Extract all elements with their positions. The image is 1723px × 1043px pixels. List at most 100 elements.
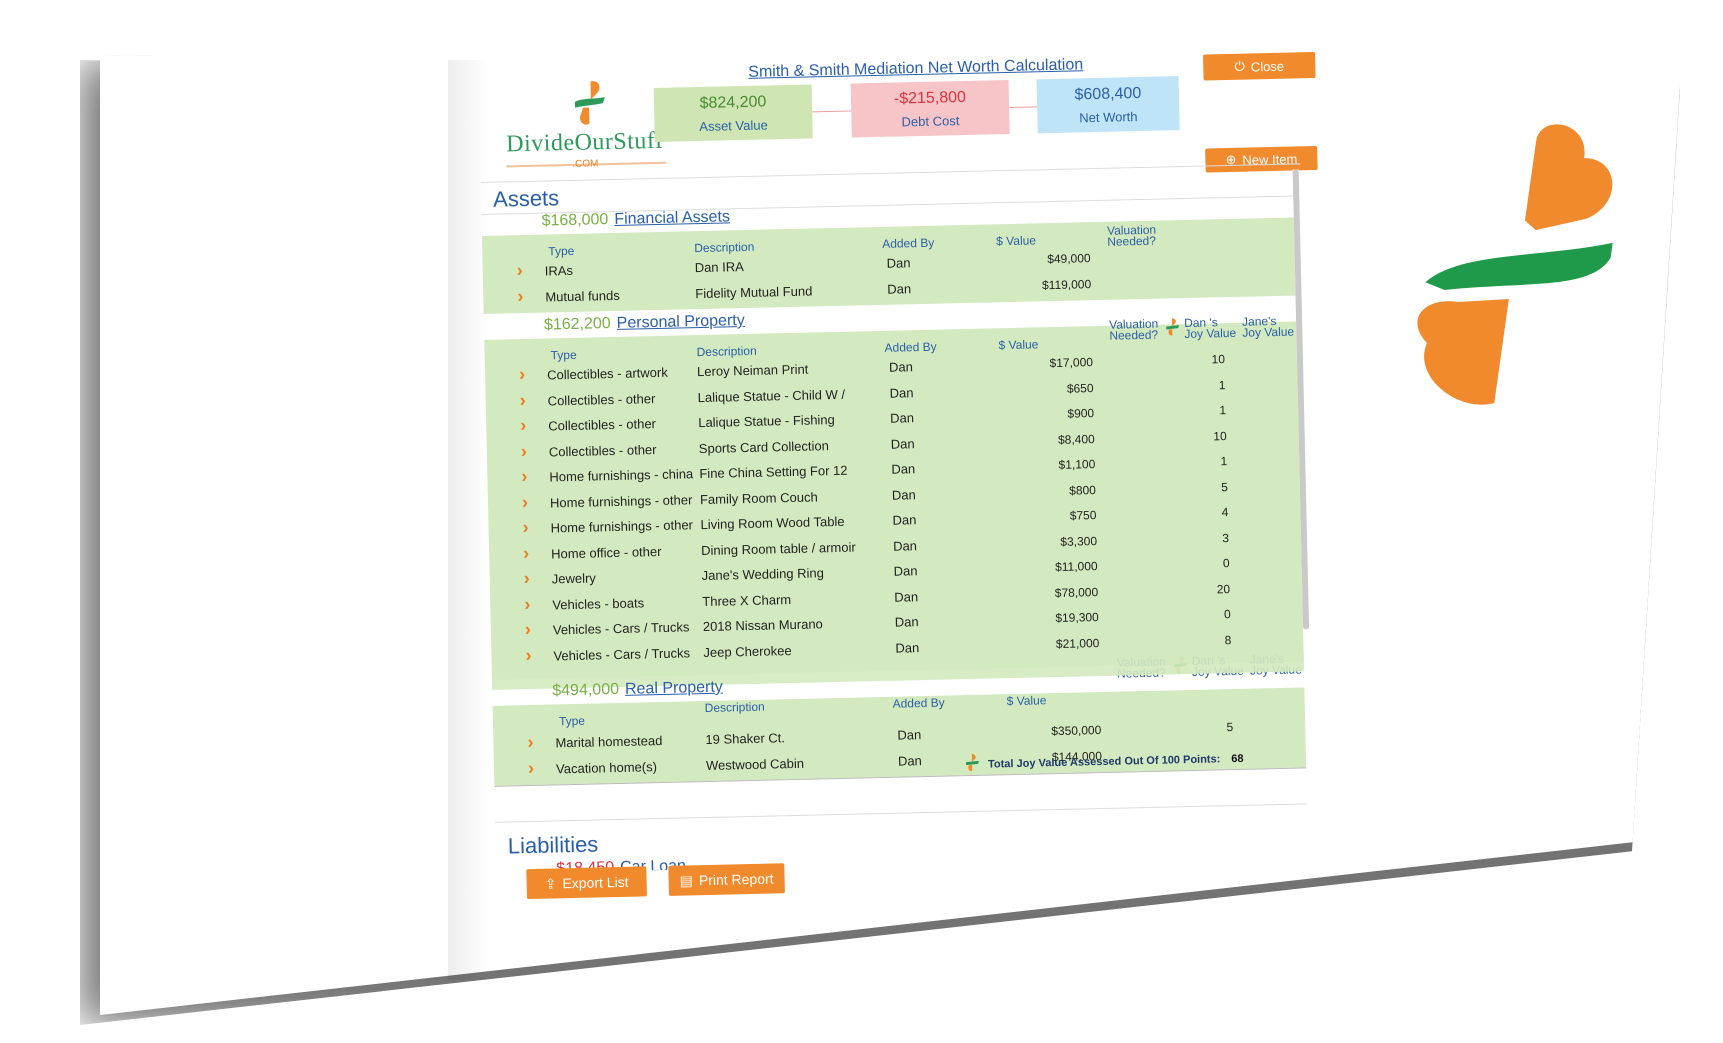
row-description: Living Room Wood Table	[700, 513, 845, 533]
row-dan-joy-value	[1194, 746, 1234, 747]
row-value: $350,000	[1051, 723, 1102, 739]
financial-assets-total: $168,000	[541, 211, 609, 230]
row-description: Lalique Statue - Child W /	[697, 386, 846, 405]
screenshot-stage: DivideOurStuff .COM Smith & Smith Mediat…	[0, 0, 1723, 1043]
liabilities-title: Liabilities	[507, 831, 599, 859]
col-type: Type	[548, 243, 575, 259]
col-description: Description	[696, 343, 757, 360]
assets-bottom-divider	[495, 803, 1308, 823]
row-description: Leroy Neiman Print	[696, 361, 809, 380]
row-value: $17,000	[1049, 355, 1094, 371]
expand-chevron-icon[interactable]: ›	[519, 364, 525, 385]
divideourstuff-logo-icon	[574, 81, 605, 125]
expand-chevron-icon[interactable]: ›	[521, 466, 527, 487]
row-type: Vehicles - boats	[552, 594, 645, 612]
row-type: Collectibles - artwork	[546, 364, 668, 383]
export-list-label: Export List	[562, 873, 629, 892]
expand-chevron-icon[interactable]: ›	[517, 260, 523, 281]
row-description: Jeep Cherokee	[703, 642, 792, 660]
col-added-by: Added By	[882, 235, 935, 251]
row-added-by: Dan	[893, 563, 918, 579]
row-type: Home office - other	[550, 543, 662, 561]
financial-assets-link[interactable]: Financial Assets	[614, 208, 730, 228]
row-value: $49,000	[1047, 251, 1091, 267]
row-type: Vehicles - Cars / Trucks	[553, 644, 691, 663]
col-value: $ Value	[996, 233, 1037, 249]
row-dan-joy-value: 4	[1221, 505, 1229, 520]
print-report-label: Print Report	[698, 870, 774, 889]
col-type: Type	[558, 713, 586, 729]
print-report-button[interactable]: ▤ Print Report	[668, 863, 785, 896]
row-dan-joy-value: 10	[1211, 352, 1226, 367]
financial-assets-header: $168,000 Financial Assets	[541, 208, 730, 230]
row-type: Vacation home(s)	[555, 758, 658, 776]
new-item-button[interactable]: ⊕ New Item	[1205, 145, 1318, 173]
row-dan-joy-value: 5	[1226, 720, 1234, 735]
close-button[interactable]: ⏻ Close	[1203, 52, 1316, 81]
personal-property-link[interactable]: Personal Property	[617, 312, 745, 332]
row-type: Jewelry	[551, 570, 596, 587]
row-added-by: Dan	[894, 614, 919, 630]
row-added-by: Dan	[897, 727, 922, 743]
row-dan-joy-value: 0	[1222, 556, 1230, 571]
asset-value-box: $824,200 Asset Value	[653, 84, 813, 143]
joy-logo-icon	[966, 753, 979, 772]
row-description: Jane's Wedding Ring	[701, 565, 825, 584]
expand-chevron-icon[interactable]: ›	[528, 757, 534, 778]
personal-property-header: $162,200 Personal Property	[544, 312, 745, 335]
row-type: Collectibles - other	[548, 416, 657, 434]
net-worth-box: $608,400 Net Worth	[1036, 76, 1180, 134]
row-value: $1,100	[1058, 457, 1096, 472]
row-dan-joy-value: 1	[1219, 403, 1227, 418]
row-description: 2018 Nissan Murano	[702, 616, 823, 635]
page-title[interactable]: Smith & Smith Mediation Net Worth Calcul…	[748, 56, 1083, 82]
expand-chevron-icon[interactable]: ›	[520, 415, 526, 436]
expand-chevron-icon[interactable]: ›	[517, 286, 523, 307]
row-dan-joy-value: 3	[1222, 530, 1230, 545]
logo-text: DivideOurStuff	[505, 127, 664, 158]
pdf-icon: ▤	[679, 871, 694, 889]
row-type: Mutual funds	[545, 287, 620, 305]
expand-chevron-icon[interactable]: ›	[521, 440, 527, 461]
row-description: Family Room Couch	[699, 488, 818, 507]
row-added-by: Dan	[891, 486, 916, 503]
row-dan-joy-value: 20	[1216, 581, 1231, 596]
expand-chevron-icon[interactable]: ›	[522, 491, 528, 512]
row-value: $900	[1067, 406, 1095, 421]
col-description: Description	[704, 699, 765, 716]
expand-chevron-icon[interactable]: ›	[523, 542, 529, 563]
row-type: Collectibles - other	[547, 390, 656, 409]
row-type: Home furnishings - china	[549, 466, 694, 485]
col-value: $ Value	[1006, 693, 1047, 709]
brand-logo: DivideOurStuff .COM	[498, 76, 670, 180]
expand-chevron-icon[interactable]: ›	[523, 568, 529, 589]
expand-chevron-icon[interactable]: ›	[525, 619, 531, 640]
expand-chevron-icon[interactable]: ›	[524, 593, 530, 614]
debt-cost-label: Debt Cost	[901, 113, 960, 130]
row-dan-joy-value: 8	[1224, 632, 1232, 647]
total-joy-value: 68	[1231, 752, 1244, 766]
expand-chevron-icon[interactable]: ›	[525, 644, 531, 665]
row-type: Collectibles - other	[548, 441, 657, 459]
joy-logo-icon	[1166, 318, 1180, 336]
row-added-by: Dan	[897, 752, 922, 769]
row-type: Home furnishings - other	[549, 491, 693, 510]
row-added-by: Dan	[890, 410, 915, 426]
close-button-label: Close	[1250, 58, 1285, 74]
expand-chevron-icon[interactable]: ›	[519, 390, 525, 411]
debt-cost: -$215,800	[893, 88, 967, 108]
row-description: Dan IRA	[694, 259, 745, 276]
expand-chevron-icon[interactable]: ›	[527, 732, 533, 753]
row-added-by: Dan	[892, 537, 918, 554]
export-list-button[interactable]: ⇪ Export List	[526, 866, 647, 900]
real-property-header: $494,000 Real Property	[552, 679, 723, 701]
row-added-by: Dan	[892, 512, 917, 528]
asset-value: $824,200	[699, 93, 767, 112]
expand-chevron-icon[interactable]: ›	[522, 517, 528, 538]
blank-panel	[100, 55, 480, 1015]
row-added-by: Dan	[888, 359, 914, 375]
row-value: $78,000	[1054, 584, 1099, 600]
row-type: IRAs	[544, 262, 574, 279]
row-value: $3,300	[1060, 533, 1098, 549]
real-property-link[interactable]: Real Property	[625, 679, 723, 698]
